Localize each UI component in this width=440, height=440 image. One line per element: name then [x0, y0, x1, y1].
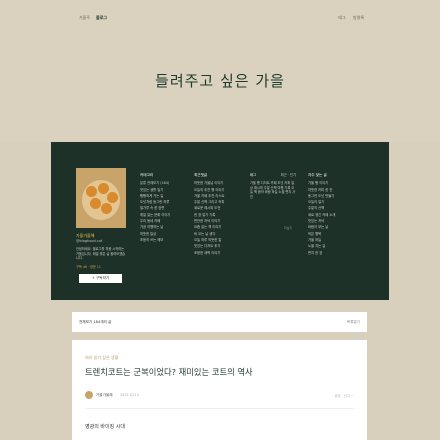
top-link-guestbook[interactable]: 방명록	[353, 15, 364, 20]
recent-post-item[interactable]: 조용한 새벽 이야기	[194, 250, 236, 256]
sidebar-panel: 가을가을해 @bloghood.cat 안녕하세요. 블로그를 처음 시작하는 …	[51, 142, 389, 300]
blog-name-text[interactable]: 가을주	[79, 15, 90, 20]
tag-sort-link[interactable]: 최근 · 인기	[281, 172, 296, 177]
article-date: 2023.10.13	[120, 393, 139, 397]
blog-title[interactable]: 들려주고 싶은 가을	[0, 70, 440, 91]
tag-header: 최근 · 인기 태그	[250, 172, 296, 177]
category-list: 카테고리 분류 전체보기 (184) 맛있는 생활 일기 빵빵하게 가는 길 도…	[140, 172, 188, 243]
article-subheading: 영광의 바이킹 시대	[85, 424, 125, 430]
profile-description: 안녕하세요. 블로그를 처음 시작하는 가을입니다. 매일 좋은 글 올려보겠습…	[76, 247, 126, 261]
profile-stats: 구독 46 · 방문 11	[76, 265, 101, 269]
donut-graphic	[86, 186, 97, 197]
blog-name[interactable]: 가을주 블로그	[79, 15, 107, 21]
article-author[interactable]: 가을가을해	[96, 393, 113, 398]
post-count: 전체보기 184개의 글	[79, 320, 112, 324]
blog-menu-selected[interactable]: 블로그	[96, 15, 107, 20]
popular-post-item[interactable]: 편지 한 장	[308, 250, 354, 256]
popular-posts-heading: 자주 찾는 글	[308, 173, 327, 177]
profile-id: @bloghood.cat	[76, 239, 103, 243]
donut-graphic	[98, 183, 109, 194]
donut-graphic	[90, 198, 101, 209]
top-links: 태그 방명록	[332, 15, 364, 21]
post-list-summary: 전체보기 184개의 글 목록열기	[72, 312, 367, 332]
tag-more-link[interactable]: 더보기	[284, 226, 292, 230]
recent-posts-heading: 최근댓글	[194, 173, 208, 177]
top-link-tag[interactable]: 태그	[338, 15, 345, 20]
blog-header: 가을주 블로그 태그 방명록 들려주고 싶은 가을	[0, 0, 440, 142]
author-avatar[interactable]	[85, 391, 93, 399]
divider	[85, 408, 354, 409]
article-actions[interactable]: 공유 · 신고 ···	[335, 393, 354, 398]
tag-heading: 태그	[250, 173, 257, 177]
article-title[interactable]: 트렌치코트는 군복이었다? 재미있는 코트의 역사	[85, 366, 253, 378]
article-category[interactable]: 여러 읽기 싶은 생활	[85, 355, 118, 361]
subscribe-button[interactable]: + 구독하기	[79, 274, 122, 283]
category-item[interactable]: 조용히 쓰는 메모	[140, 237, 188, 243]
recent-posts-list: 최근댓글 따뜻한 가을날 이야기 오늘의 추천 빵 이야기 가을 카페 추천 리…	[194, 172, 236, 256]
profile-image	[76, 168, 126, 228]
open-list-button[interactable]: 목록열기	[347, 320, 360, 325]
popular-posts-list: 자주 찾는 글 가을 빵 이야기 따뜻한 커피 한 잔 동그란 도넛 만들기 오…	[308, 172, 354, 256]
donut-graphic	[107, 192, 118, 203]
donut-graphic	[101, 203, 112, 214]
category-heading: 카테고리	[140, 173, 154, 177]
tag-cloud[interactable]: 가을 빵 디저트 카페 도넛 커피 일상 레시피 주말 산책 여행 기록 오늘 …	[250, 181, 296, 199]
article-card: 여러 읽기 싶은 생활 트렌치코트는 군복이었다? 재미있는 코트의 역사 가을…	[72, 340, 367, 440]
